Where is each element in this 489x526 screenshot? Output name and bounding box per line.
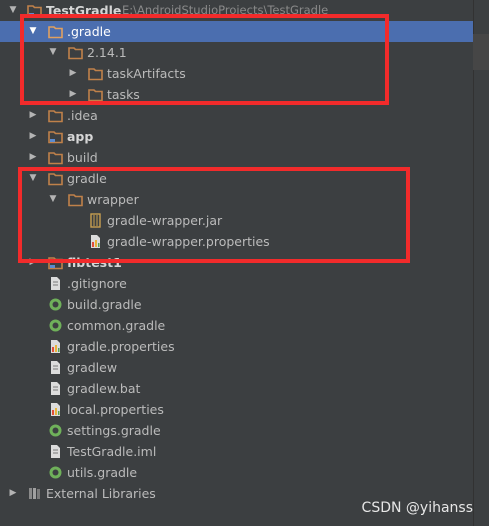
tree-item-label: build.gradle [67, 297, 142, 312]
library-icon [29, 488, 40, 499]
tree-item-label: TestGradle.iml [67, 444, 157, 459]
collapse-arrow-icon[interactable]: ▶ [28, 105, 38, 126]
module-folder-icon [48, 131, 63, 144]
expand-arrow-icon[interactable]: ▼ [8, 0, 18, 21]
tree-row-build-gradle[interactable]: build.gradle [0, 294, 473, 315]
annotation-box-gradle-wrapper [18, 167, 410, 263]
tree-item-label: gradlew.bat [67, 381, 141, 396]
gradle-file-icon [49, 298, 62, 311]
tree-row-idea[interactable]: ▶ .idea [0, 105, 473, 126]
scrollbar-thumb[interactable] [473, 34, 489, 70]
properties-file-icon [51, 403, 60, 416]
tree-item-label: .gitignore [67, 276, 127, 291]
tree-row-build[interactable]: ▶ build [0, 147, 473, 168]
tree-item-label: common.gradle [67, 318, 166, 333]
tree-row-utils-gradle[interactable]: utils.gradle [0, 462, 473, 483]
annotation-box-dot-gradle [20, 14, 389, 105]
properties-file-icon [51, 340, 60, 353]
tree-item-label: gradle.properties [67, 339, 175, 354]
tree-row-app[interactable]: ▶ app [0, 126, 473, 147]
collapse-arrow-icon[interactable]: ▶ [28, 126, 38, 147]
gradle-file-icon [49, 319, 62, 332]
tree-row-common-gradle[interactable]: common.gradle [0, 315, 473, 336]
tree-row-gradle-properties[interactable]: gradle.properties [0, 336, 473, 357]
tree-item-label: settings.gradle [67, 423, 161, 438]
tree-item-label: External Libraries [46, 486, 156, 501]
collapse-arrow-icon[interactable]: ▶ [28, 147, 38, 168]
tree-item-label: local.properties [67, 402, 164, 417]
collapse-arrow-icon[interactable]: ▶ [8, 483, 18, 504]
tree-row-testgradle-iml[interactable]: TestGradle.iml [0, 441, 473, 462]
tree-item-label: utils.gradle [67, 465, 138, 480]
gradle-file-icon [49, 466, 62, 479]
text-file-icon [51, 382, 60, 395]
tree-item-label: .idea [67, 108, 98, 123]
tree-item-label: gradlew [67, 360, 118, 375]
tree-row-gitignore[interactable]: .gitignore [0, 273, 473, 294]
text-file-icon [51, 277, 60, 290]
tree-row-gradlew-bat[interactable]: gradlew.bat [0, 378, 473, 399]
tree-item-label: build [67, 150, 98, 165]
gradle-file-icon [49, 424, 62, 437]
tree-item-label: app [67, 129, 94, 144]
tree-row-settings-gradle[interactable]: settings.gradle [0, 420, 473, 441]
tree-row-gradlew[interactable]: gradlew [0, 357, 473, 378]
watermark-text: CSDN @yihanss [361, 500, 473, 516]
text-file-icon [51, 361, 60, 374]
folder-icon [48, 152, 63, 165]
vertical-scrollbar[interactable] [473, 0, 489, 526]
text-file-icon [51, 445, 60, 458]
tree-row-local-properties[interactable]: local.properties [0, 399, 473, 420]
folder-icon [48, 110, 63, 123]
